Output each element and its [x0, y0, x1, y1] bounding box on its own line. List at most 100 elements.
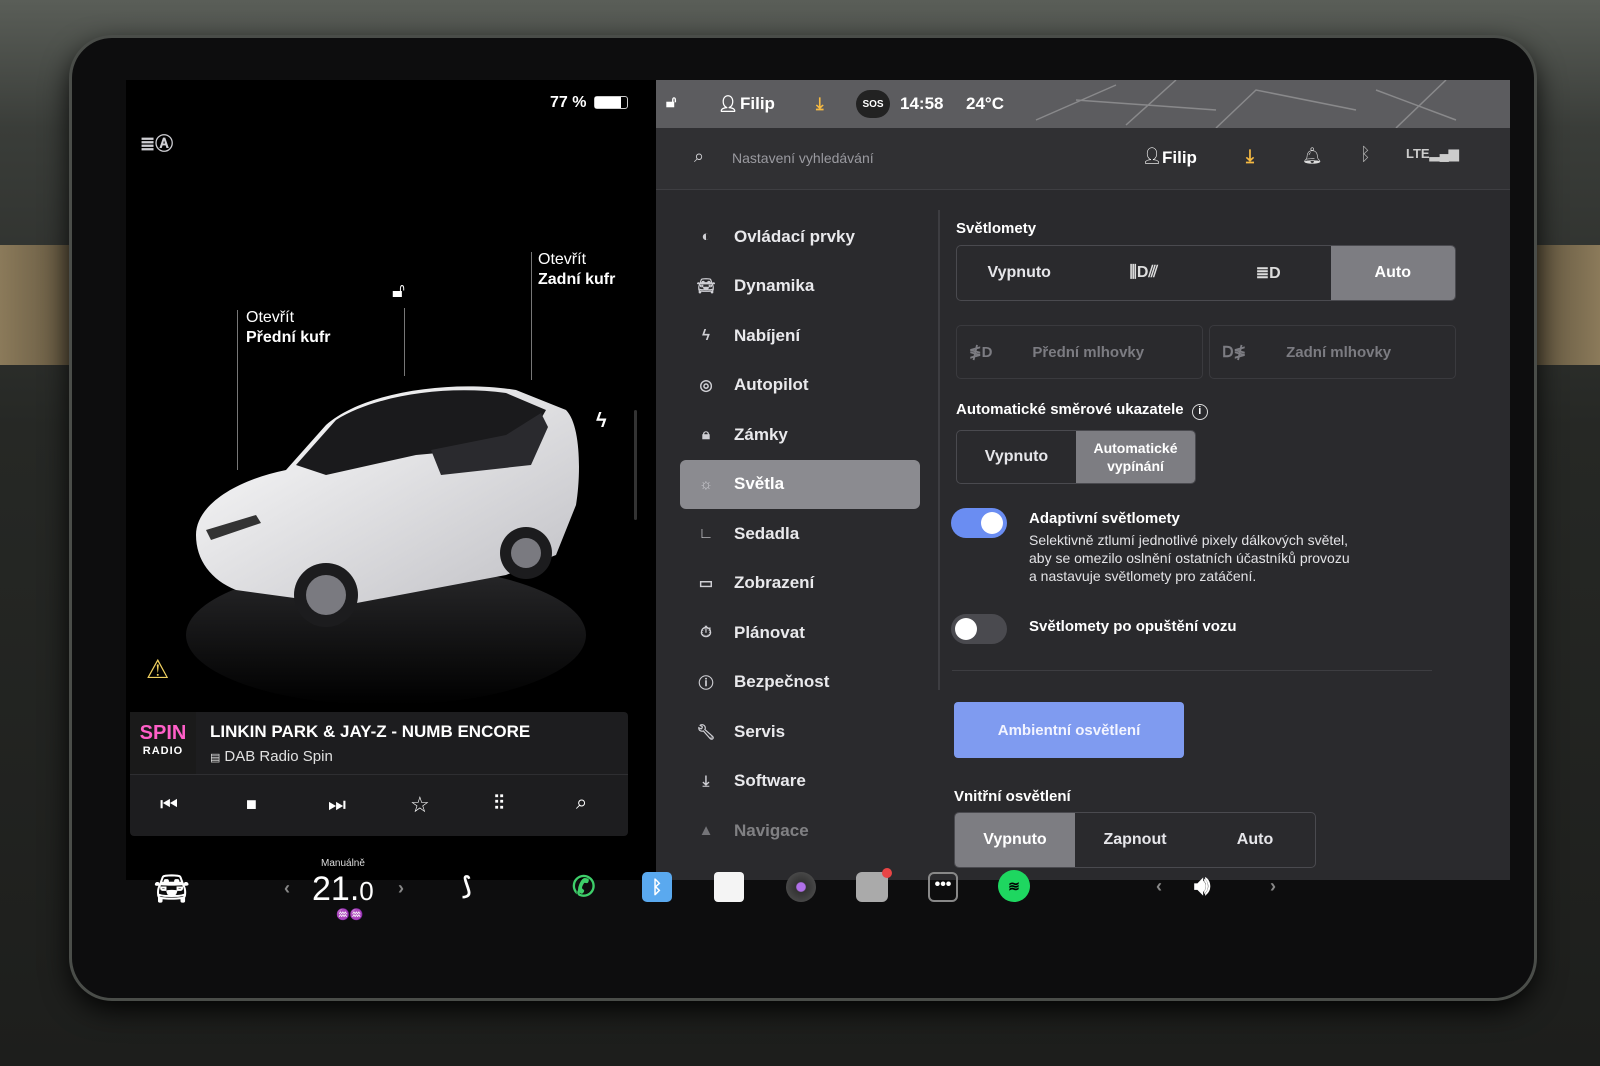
car-icon[interactable]: 🚘︎ [154, 872, 190, 905]
menu-item-label: Sedadla [734, 523, 800, 543]
parking-lights-icon: ⫼D⫻ [1129, 264, 1158, 281]
rear-trunk-label[interactable]: Otevřít Zadní kufr [538, 250, 615, 290]
adaptive-desc-line1: Selektivně ztlumí jednotlivé pixely dálk… [1029, 532, 1349, 548]
menu-item-9[interactable]: ⓘ Bezpečnost [680, 658, 920, 708]
favorite-star-icon[interactable]: ☆ [410, 792, 430, 818]
seat-heater-icon[interactable]: ⟆ [462, 872, 471, 901]
menu-item-2[interactable]: ϟ Nabíjení [680, 311, 920, 361]
menu-item-7[interactable]: ▭ Zobrazení [680, 559, 920, 609]
download-icon: ⤓ [702, 772, 710, 790]
bottom-dock: 🚘︎ ‹ Manuálně 21.0 ♒♒ › ⟆ ✆ ᛒ ••• ≋ ‹ 🔊︎… [126, 850, 1510, 930]
bell-icon[interactable]: 🔔︎ [1302, 146, 1322, 166]
bluetooth-app-icon[interactable]: ᛒ [642, 872, 672, 902]
exit-headlights-toggle[interactable] [951, 614, 1007, 644]
volume-up-chevron-icon[interactable]: › [1270, 876, 1276, 897]
temp-increase-chevron-icon[interactable]: › [398, 878, 404, 899]
charge-port-icon[interactable]: ϟ [596, 410, 607, 433]
defrost-icon[interactable]: ♒♒ [336, 908, 363, 921]
adaptive-headlights-text: Adaptivní světlomety Selektivně ztlumí j… [1029, 510, 1439, 585]
phone-icon[interactable]: ✆ [572, 870, 595, 903]
bluetooth-icon[interactable]: ᛒ [1360, 144, 1371, 165]
sos-button[interactable]: SOS [856, 90, 890, 118]
dashcam-icon[interactable] [856, 868, 892, 902]
menu-item-10[interactable]: 🔧︎ Servis [680, 707, 920, 757]
profile-name[interactable]: Filip [1162, 148, 1197, 168]
unlock-icon[interactable]: 🔓︎ [392, 280, 405, 303]
auto-turn-signal-selector: Vypnuto Automatické vypínání [956, 430, 1196, 484]
warning-icon[interactable]: ⚠ [146, 654, 169, 685]
camera-lens-icon[interactable] [786, 872, 816, 902]
car-image[interactable] [176, 365, 596, 705]
toggle-icon: ◐ [701, 228, 711, 246]
logo-top-text: SPIN [139, 722, 187, 744]
ambient-lighting-button[interactable]: Ambientní osvětlení [954, 702, 1184, 758]
turn-signal-off-option[interactable]: Vypnuto [957, 431, 1076, 483]
search-icon: ⌕ [694, 146, 705, 166]
stop-icon[interactable]: ■ [246, 794, 257, 815]
menu-item-4[interactable]: 🔒︎ Zámky [680, 410, 920, 460]
panel-scrollbar[interactable] [634, 410, 637, 520]
lock-status-icon[interactable]: 🔓︎ [666, 94, 676, 112]
turn-signal-auto-label-1: Automatické [1093, 440, 1178, 456]
track-source-text: DAB Radio Spin [224, 748, 333, 765]
interior-lighting-heading: Vnitřní osvětlení [954, 788, 1071, 805]
info-icon[interactable]: i [1191, 404, 1208, 420]
headlights-auto-option[interactable]: Auto [1330, 246, 1455, 300]
headlights-off-option[interactable]: Vypnuto [957, 246, 1082, 300]
menu-item-5[interactable]: ☼ Světla [680, 459, 920, 509]
more-apps-icon[interactable]: ••• [928, 872, 958, 902]
lte-signal-icon: LTE▂▄▆ [1406, 146, 1459, 161]
auto-turn-signal-heading-text: Automatické směrové ukazatele [956, 401, 1184, 418]
steering-wheel-icon: ◎ [699, 377, 713, 395]
media-player: SPIN RADIO LINKIN PARK & JAY-Z - NUMB EN… [130, 712, 628, 836]
download-icon[interactable]: ⤓ [816, 94, 824, 114]
temp-decrease-chevron-icon[interactable]: ‹ [284, 878, 290, 899]
next-track-icon[interactable]: ⏭ [328, 794, 346, 817]
turn-signal-auto-option[interactable]: Automatické vypínání [1076, 431, 1195, 483]
menu-item-0[interactable]: ◐ Ovládací prvky [680, 212, 920, 262]
menu-item-12[interactable]: ▲ Navigace [680, 806, 920, 856]
headlights-heading: Světlomety [956, 220, 1037, 237]
wrench-icon: 🔧︎ [696, 723, 716, 741]
settings-search-input[interactable]: Nastavení vyhledávání [732, 150, 874, 166]
menu-item-11[interactable]: ⤓ Software [680, 757, 920, 807]
menu-item-6[interactable]: ∟ Sedadla [680, 509, 920, 559]
menu-item-label: Světla [734, 474, 785, 494]
adaptive-headlights-toggle[interactable] [951, 508, 1007, 538]
menu-item-label: Servis [734, 721, 786, 741]
menu-item-label: Nabíjení [734, 325, 801, 345]
settings-panel: 🔓︎ 👤︎ Filip ⤓ SOS 14:58 24°C ⌕ Nastavení… [656, 80, 1510, 880]
car-icon: 🚘︎ [696, 278, 716, 296]
status-user-name[interactable]: Filip [740, 94, 775, 114]
menu-item-8[interactable]: ⏱︎ Plánovat [680, 608, 920, 658]
notification-dot [882, 868, 892, 878]
menu-item-label: Ovládací prvky [734, 226, 855, 246]
rear-fog-icon: Ⅾ≸ [1222, 344, 1247, 361]
menu-item-label: Dynamika [734, 276, 815, 296]
front-trunk-label-line2: Přední kufr [246, 329, 331, 346]
menu-item-label: Software [734, 771, 806, 791]
fog-lights-row: ≸D Přední mlhovky Ⅾ≸ Zadní mlhovky [956, 325, 1456, 379]
software-download-icon[interactable]: ⤓ [1246, 146, 1254, 167]
volume-down-chevron-icon[interactable]: ‹ [1156, 876, 1162, 897]
volume-icon[interactable]: 🔊︎ [1194, 870, 1210, 902]
menu-item-label: Zámky [734, 424, 788, 444]
cabin-temperature[interactable]: 21.0 [312, 870, 374, 909]
front-fog-button[interactable]: ≸D Přední mlhovky [956, 325, 1203, 379]
bolt-icon: ϟ [702, 327, 710, 345]
parking-lights-option[interactable]: ⫼D⫻ [1082, 246, 1207, 300]
menu-item-3[interactable]: ◎ Autopilot [680, 361, 920, 411]
previous-track-icon[interactable]: ⏮ [160, 794, 178, 817]
dashboard-background: 77 % ≣Ⓐ Otevřít Přední kufr Otevřít Zadn… [0, 0, 1600, 1066]
front-trunk-label[interactable]: Otevřít Přední kufr [246, 308, 330, 348]
calendar-icon[interactable] [714, 872, 744, 902]
search-icon[interactable]: ⌕ [576, 792, 587, 815]
low-beam-option[interactable]: ≣D [1206, 246, 1331, 300]
rear-trunk-line [531, 252, 532, 380]
equalizer-icon[interactable]: ⫶⫶ [494, 792, 504, 815]
spotify-icon[interactable]: ≋ [998, 870, 1030, 902]
rear-fog-button[interactable]: Ⅾ≸ Zadní mlhovky [1209, 325, 1456, 379]
menu-item-1[interactable]: 🚘︎ Dynamika [680, 262, 920, 312]
menu-item-label: Autopilot [734, 375, 809, 395]
settings-search-bar: ⌕ Nastavení vyhledávání 👤︎ Filip ⤓ 🔔︎ ᛒ … [656, 128, 1510, 190]
